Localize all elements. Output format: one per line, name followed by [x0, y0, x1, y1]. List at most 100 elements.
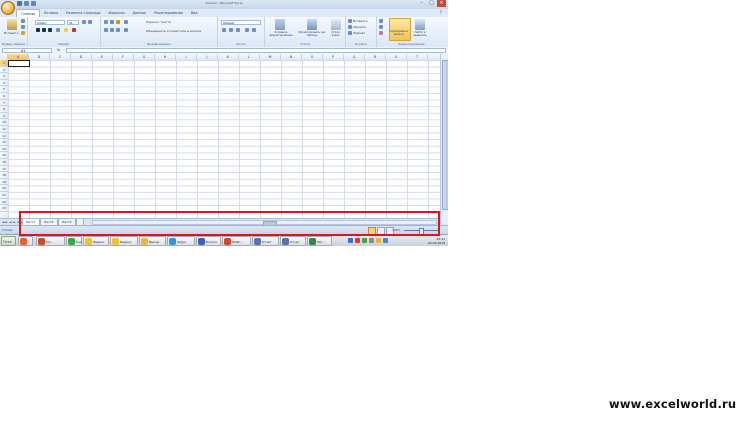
row-header[interactable]: 21 [0, 192, 8, 199]
name-box[interactable]: A1 [2, 48, 52, 53]
network-icon[interactable] [348, 238, 353, 243]
volume-icon[interactable] [369, 238, 374, 243]
conditional-formatting-icon[interactable] [275, 19, 285, 30]
antivirus-icon[interactable] [355, 238, 360, 243]
fill-icon[interactable] [379, 25, 383, 29]
increase-decimal-icon[interactable] [245, 28, 249, 32]
format-cells-icon[interactable] [348, 31, 352, 35]
zoom-level[interactable]: 100% [392, 228, 401, 232]
taskbar-item[interactable]: Отчет [252, 236, 279, 246]
clock[interactable]: 15:11 02.03.2013 [428, 237, 445, 245]
delete-cells-icon[interactable] [348, 25, 352, 29]
find-select-button[interactable]: Найти и выделить [410, 31, 430, 37]
italic-icon[interactable] [42, 28, 46, 32]
decrease-decimal-icon[interactable] [252, 28, 256, 32]
cell-area[interactable] [8, 60, 440, 218]
insert-function-icon[interactable]: fx [57, 48, 60, 52]
grow-font-icon[interactable] [82, 20, 86, 24]
align-middle-icon[interactable] [110, 20, 114, 24]
tray-app-icon[interactable] [362, 238, 367, 243]
vertical-scroll-thumb[interactable] [442, 60, 448, 210]
row-header[interactable]: 11 [0, 126, 8, 133]
taskbar-item[interactable]: Яндекс [83, 236, 109, 246]
language-icon[interactable] [383, 238, 388, 243]
currency-icon[interactable] [222, 28, 226, 32]
maximize-button[interactable]: □ [427, 0, 436, 7]
shrink-font-icon[interactable] [88, 20, 92, 24]
sort-filter-button[interactable]: Сортировка и фильтр [389, 30, 409, 36]
ribbon-tab[interactable]: Вставка [40, 9, 62, 17]
indent-icon[interactable] [124, 28, 128, 32]
ribbon-tab[interactable]: Разметка страницы [62, 9, 104, 17]
start-button[interactable]: Пуск [1, 236, 16, 246]
formula-input[interactable] [66, 48, 446, 53]
align-center-icon[interactable] [110, 28, 114, 32]
row-header[interactable]: 3 [0, 73, 8, 80]
tray-notify-icon[interactable] [376, 238, 381, 243]
align-top-icon[interactable] [104, 20, 108, 24]
row-header[interactable]: 9 [0, 113, 8, 120]
taskbar-item[interactable]: Яндекс [110, 236, 138, 246]
orientation-icon[interactable] [124, 20, 128, 24]
conditional-formatting-button[interactable]: Условное форматирование [267, 31, 295, 37]
font-name-select[interactable]: Calibri [35, 20, 65, 25]
delete-cells-button[interactable]: Удалить [353, 25, 366, 29]
cut-icon[interactable] [21, 19, 25, 23]
clear-icon[interactable] [379, 31, 383, 35]
row-header[interactable]: 1 [0, 60, 8, 67]
row-header[interactable]: 20 [0, 185, 8, 192]
align-right-icon[interactable] [116, 28, 120, 32]
taskbar-item[interactable]: Отчет [280, 236, 306, 246]
insert-cells-icon[interactable] [348, 19, 352, 23]
row-header[interactable]: 17 [0, 166, 8, 173]
bold-icon[interactable] [36, 28, 40, 32]
row-header[interactable]: 7 [0, 100, 8, 107]
taskbar-item[interactable]: Выход [139, 236, 166, 246]
ribbon-tab[interactable]: Рецензирование [150, 9, 187, 17]
row-header[interactable]: 5 [0, 86, 8, 93]
align-left-icon[interactable] [104, 28, 108, 32]
row-header[interactable]: 13 [0, 139, 8, 146]
merge-center-button[interactable]: Объединить и поместить в центре [146, 29, 201, 33]
taskbar-item[interactable]: Int... [36, 236, 65, 246]
taskbar-item[interactable]: UDW... [222, 236, 251, 246]
insert-cells-button[interactable]: Вставить [353, 19, 368, 23]
row-header[interactable]: 16 [0, 159, 8, 166]
find-select-icon[interactable] [415, 19, 425, 30]
cell-styles-button[interactable]: Стили ячеек [327, 31, 344, 37]
taskbar-item[interactable]: Болото [196, 236, 221, 246]
row-header[interactable]: 22 [0, 199, 8, 206]
row-header[interactable]: 4 [0, 80, 8, 87]
paste-button-label[interactable]: Вставить [4, 31, 19, 35]
align-bottom-icon[interactable] [116, 20, 120, 24]
vertical-scrollbar[interactable] [440, 54, 448, 224]
row-header[interactable]: 6 [0, 93, 8, 100]
autosum-icon[interactable] [379, 19, 383, 23]
format-cells-button[interactable]: Формат [353, 31, 365, 35]
ribbon-tab[interactable]: Данные [129, 9, 151, 17]
borders-icon[interactable] [56, 28, 60, 32]
office-button[interactable] [1, 1, 15, 15]
wrap-text-button[interactable]: Перенос текста [146, 20, 171, 24]
close-button[interactable]: × [437, 0, 446, 7]
sheet-navigation-arrows[interactable]: ◄◄ ◄ ► ►► [2, 220, 23, 224]
row-header[interactable]: 15 [0, 152, 8, 159]
row-header[interactable]: 12 [0, 133, 8, 140]
active-cell[interactable] [8, 60, 30, 67]
row-header[interactable]: 10 [0, 119, 8, 126]
format-as-table-icon[interactable] [307, 19, 317, 30]
minimize-button[interactable]: – [417, 0, 426, 7]
ribbon-tab[interactable]: Вид [187, 9, 202, 17]
font-color-icon[interactable] [72, 28, 76, 32]
format-as-table-button[interactable]: Форматировать как таблицу [298, 31, 326, 37]
taskbar-item[interactable]: Skype [167, 236, 195, 246]
help-icon[interactable]: ? [440, 10, 442, 15]
ribbon-tab[interactable]: Формулы [104, 9, 128, 17]
row-header[interactable]: 19 [0, 179, 8, 186]
taskbar-item[interactable]: Скачать [66, 236, 82, 246]
underline-icon[interactable] [48, 28, 52, 32]
row-header[interactable]: 23 [0, 205, 8, 212]
font-size-select[interactable]: 11 [67, 20, 79, 25]
row-header[interactable]: 2 [0, 67, 8, 74]
row-header[interactable]: 18 [0, 172, 8, 179]
